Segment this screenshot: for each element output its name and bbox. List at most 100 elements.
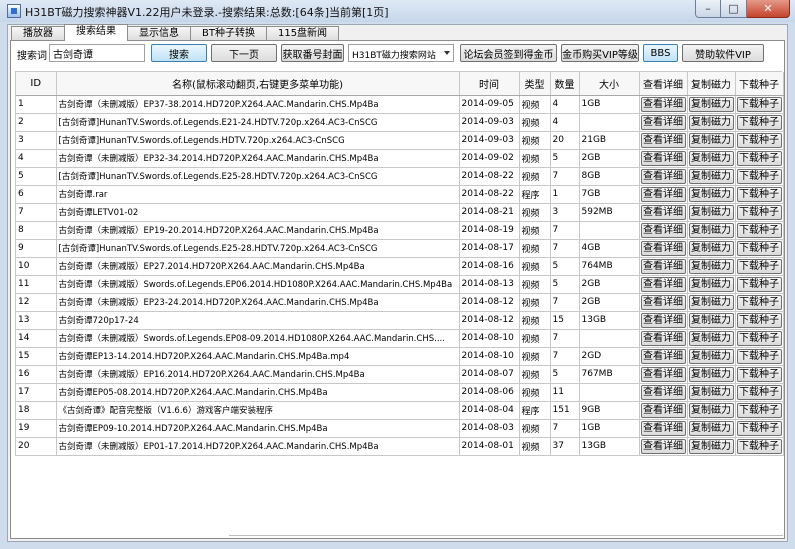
download-torrent-button[interactable]: 下载种子 (736, 132, 782, 148)
copy-magnet-button[interactable]: 复制磁力 (688, 384, 734, 400)
view-detail-button[interactable]: 查看详细 (640, 150, 686, 166)
table-row[interactable]: 15 古剑奇谭EP13-14.2014.HD720P.X264.AAC.Manda… (16, 347, 784, 366)
table-row[interactable]: 6 古剑奇谭.rar 2014-08-22 程序 1 7GB 查看详细 复制磁力 下载种子 (16, 185, 784, 204)
get-cover-button[interactable]: 获取番号封面 (281, 44, 344, 62)
download-torrent-button[interactable]: 下载种子 (736, 204, 782, 220)
view-detail-button[interactable]: 查看详细 (640, 348, 686, 364)
table-row[interactable]: 8 古剑奇谭（未删减版）EP19-20.2014.HD720P.X264.AAC.… (16, 221, 784, 240)
table-row[interactable]: 14 古剑奇谭（未删减版）Swords.of.Legends.EP08-09.20… (16, 329, 784, 348)
table-row[interactable]: 10 古剑奇谭（未删减版）EP27.2014.HD720P.X264.AAC.Ma… (16, 257, 784, 276)
table-row[interactable]: 18 《古剑奇谭》配音完整版（V1.6.6）游戏客户端安装程序 2014-08-04… (16, 401, 784, 420)
close-button[interactable]: ✕ (747, 0, 790, 18)
table-row[interactable]: 17 古剑奇谭EP05-08.2014.HD720P.X264.AAC.Manda… (16, 383, 784, 402)
download-torrent-button[interactable]: 下载种子 (736, 348, 782, 364)
column-header[interactable]: 时间 (459, 72, 520, 96)
view-detail-button[interactable]: 查看详细 (640, 204, 686, 220)
copy-magnet-button[interactable]: 复制磁力 (688, 420, 734, 436)
copy-magnet-button[interactable]: 复制磁力 (688, 132, 734, 148)
copy-magnet-button[interactable]: 复制磁力 (688, 402, 734, 418)
column-header[interactable]: 名称(鼠标滚动翻页,右键更多菜单功能) (56, 72, 460, 96)
download-torrent-button[interactable]: 下载种子 (736, 150, 782, 166)
view-detail-button[interactable]: 查看详细 (640, 366, 686, 382)
tab-player[interactable]: 播放器 (11, 26, 65, 41)
download-torrent-button[interactable]: 下载种子 (736, 312, 782, 328)
column-header[interactable]: ID (16, 72, 57, 96)
signin-button[interactable]: 论坛会员签到得金币 (460, 44, 557, 62)
copy-magnet-button[interactable]: 复制磁力 (688, 276, 734, 292)
table-row[interactable]: 19 古剑奇谭EP09-10.2014.HD720P.X264.AAC.Manda… (16, 419, 784, 438)
view-detail-button[interactable]: 查看详细 (640, 276, 686, 292)
tab-search-results[interactable]: 搜索结果 (64, 24, 128, 41)
column-header[interactable]: 查看详细 (639, 72, 688, 96)
view-detail-button[interactable]: 查看详细 (640, 330, 686, 346)
view-detail-button[interactable]: 查看详细 (640, 222, 686, 238)
view-detail-button[interactable]: 查看详细 (640, 312, 686, 328)
download-torrent-button[interactable]: 下载种子 (736, 294, 782, 310)
view-detail-button[interactable]: 查看详细 (640, 420, 686, 436)
copy-magnet-button[interactable]: 复制磁力 (688, 366, 734, 382)
table-row[interactable]: 11 古剑奇谭（未删减版）Swords.of.Legends.EP06.2014.… (16, 275, 784, 294)
download-torrent-button[interactable]: 下载种子 (736, 402, 782, 418)
copy-magnet-button[interactable]: 复制磁力 (688, 240, 734, 256)
download-torrent-button[interactable]: 下载种子 (736, 420, 782, 436)
search-button[interactable]: 搜索 (151, 44, 207, 62)
copy-magnet-button[interactable]: 复制磁力 (688, 96, 734, 112)
column-header[interactable]: 数量 (550, 72, 580, 96)
copy-magnet-button[interactable]: 复制磁力 (688, 312, 734, 328)
copy-magnet-button[interactable]: 复制磁力 (688, 114, 734, 130)
download-torrent-button[interactable]: 下载种子 (736, 96, 782, 112)
bbs-button[interactable]: BBS (643, 44, 678, 62)
minimize-button[interactable]: – (695, 0, 721, 18)
download-torrent-button[interactable]: 下载种子 (736, 186, 782, 202)
copy-magnet-button[interactable]: 复制磁力 (688, 186, 734, 202)
copy-magnet-button[interactable]: 复制磁力 (688, 294, 734, 310)
column-header[interactable]: 大小 (579, 72, 640, 96)
view-detail-button[interactable]: 查看详细 (640, 96, 686, 112)
table-row[interactable]: 13 古剑奇谭720p17-24 2014-08-12 视频 15 13GB 查看详细 复制磁… (16, 311, 784, 330)
download-torrent-button[interactable]: 下载种子 (736, 330, 782, 346)
table-row[interactable]: 7 古剑奇谭LETV01-02 2014-08-21 视频 3 592MB 查看详细 复制磁力… (16, 203, 784, 222)
column-header[interactable]: 下载种子 (735, 72, 784, 96)
copy-magnet-button[interactable]: 复制磁力 (688, 168, 734, 184)
table-row[interactable]: 16 古剑奇谭（未删减版）EP16.2014.HD720P.X264.AAC.Ma… (16, 365, 784, 384)
sponsor-button[interactable]: 赞助软件VIP (682, 44, 764, 62)
tab-info[interactable]: 显示信息 (127, 26, 191, 41)
table-row[interactable]: 5 [古剑奇谭]HunanTV.Swords.of.Legends.E25-28.… (16, 167, 784, 186)
download-torrent-button[interactable]: 下载种子 (736, 240, 782, 256)
copy-magnet-button[interactable]: 复制磁力 (688, 204, 734, 220)
view-detail-button[interactable]: 查看详细 (640, 168, 686, 184)
table-row[interactable]: 3 [古剑奇谭]HunanTV.Swords.of.Legends.HDTV.72… (16, 131, 784, 150)
next-page-button[interactable]: 下一页 (211, 44, 277, 62)
view-detail-button[interactable]: 查看详细 (640, 402, 686, 418)
site-select[interactable]: H31BT磁力搜索网站 (348, 44, 454, 62)
copy-magnet-button[interactable]: 复制磁力 (688, 348, 734, 364)
download-torrent-button[interactable]: 下载种子 (736, 384, 782, 400)
tab-115-news[interactable]: 115盘新闻 (265, 26, 340, 41)
column-header[interactable]: 复制磁力 (687, 72, 736, 96)
view-detail-button[interactable]: 查看详细 (640, 258, 686, 274)
download-torrent-button[interactable]: 下载种子 (736, 114, 782, 130)
table-row[interactable]: 12 古剑奇谭（未删减版）EP23-24.2014.HD720P.X264.AAC… (16, 293, 784, 312)
copy-magnet-button[interactable]: 复制磁力 (688, 258, 734, 274)
view-detail-button[interactable]: 查看详细 (640, 294, 686, 310)
view-detail-button[interactable]: 查看详细 (640, 438, 686, 454)
copy-magnet-button[interactable]: 复制磁力 (688, 150, 734, 166)
buy-vip-button[interactable]: 金币购买VIP等级 (561, 44, 639, 62)
download-torrent-button[interactable]: 下载种子 (736, 258, 782, 274)
view-detail-button[interactable]: 查看详细 (640, 384, 686, 400)
view-detail-button[interactable]: 查看详细 (640, 132, 686, 148)
copy-magnet-button[interactable]: 复制磁力 (688, 222, 734, 238)
download-torrent-button[interactable]: 下载种子 (736, 366, 782, 382)
table-row[interactable]: 20 古剑奇谭（未删减版）EP01-17.2014.HD720P.X264.AAC… (16, 437, 784, 456)
copy-magnet-button[interactable]: 复制磁力 (688, 330, 734, 346)
download-torrent-button[interactable]: 下载种子 (736, 438, 782, 454)
table-row[interactable]: 2 [古剑奇谭]HunanTV.Swords.of.Legends.E21-24.… (16, 113, 784, 132)
table-row[interactable]: 1 古剑奇谭（未删减版）EP37-38.2014.HD720P.X264.AAC.… (16, 95, 784, 114)
maximize-button[interactable]: □ (721, 0, 747, 18)
table-row[interactable]: 9 [古剑奇谭]HunanTV.Swords.of.Legends.E25-28.… (16, 239, 784, 258)
tab-bt-convert[interactable]: BT种子转换 (190, 26, 267, 41)
download-torrent-button[interactable]: 下载种子 (736, 168, 782, 184)
table-row[interactable]: 4 古剑奇谭（未删减版）EP32-34.2014.HD720P.X264.AAC.… (16, 149, 784, 168)
view-detail-button[interactable]: 查看详细 (640, 114, 686, 130)
view-detail-button[interactable]: 查看详细 (640, 186, 686, 202)
